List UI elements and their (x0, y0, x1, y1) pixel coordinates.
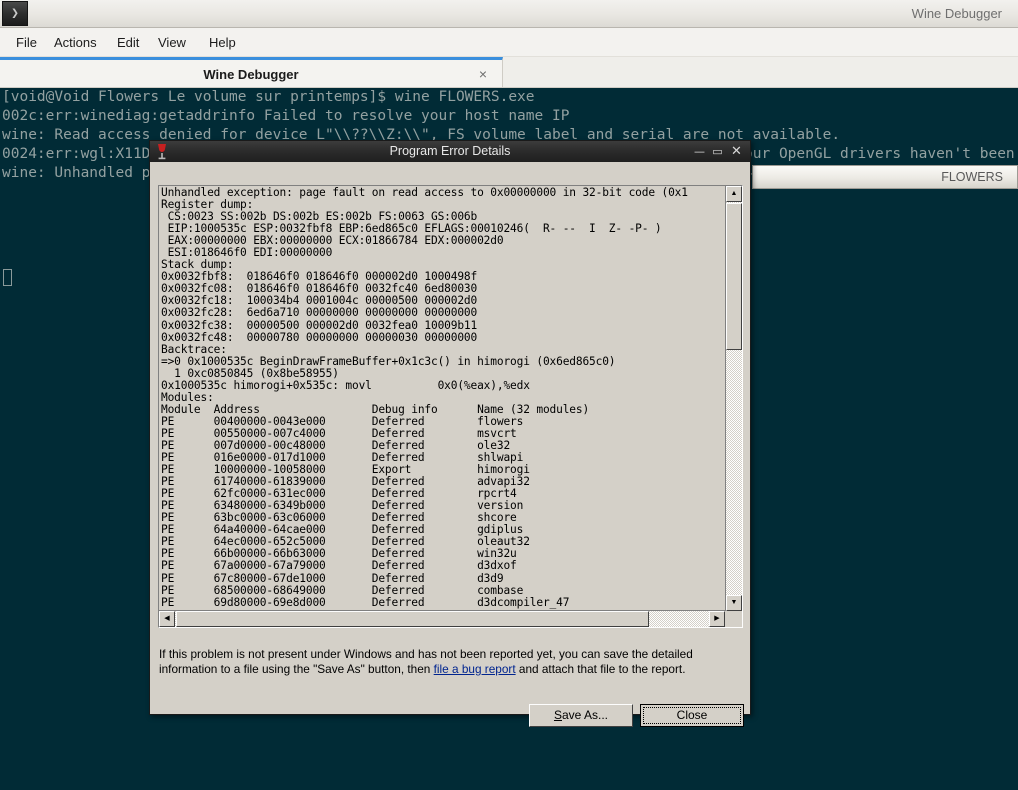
crash-details-text: Unhandled exception: page fault on read … (161, 187, 724, 609)
close-icon[interactable]: ✕ (728, 141, 745, 162)
crash-details-pane[interactable]: Unhandled exception: page fault on read … (158, 185, 743, 628)
maximize-icon[interactable]: ▭ (709, 141, 726, 162)
program-error-details-dialog: Program Error Details — ▭ ✕ Unhandled ex… (149, 140, 751, 715)
window-title: Wine Debugger (912, 0, 1002, 28)
save-as-accelerator: S (554, 708, 562, 722)
menu-actions[interactable]: Actions (48, 28, 103, 57)
dialog-titlebar[interactable]: Program Error Details — ▭ ✕ (150, 141, 750, 162)
vertical-scrollbar[interactable]: ▲ ▼ (725, 186, 742, 611)
terminal-titlebar: ❯ Wine Debugger (0, 0, 1018, 28)
close-icon[interactable]: × (474, 65, 492, 83)
minimize-icon[interactable]: — (691, 141, 708, 162)
menubar: File Actions Edit View Help (0, 28, 1018, 57)
menu-file[interactable]: File (10, 28, 43, 57)
close-button[interactable]: Close (640, 704, 744, 727)
vertical-scrollbar-thumb[interactable] (726, 203, 742, 350)
scroll-down-icon[interactable]: ▼ (726, 595, 742, 611)
help-paragraph: If this problem is not present under Win… (159, 647, 742, 677)
text-cursor (3, 269, 12, 286)
horizontal-scrollbar[interactable]: ◀ ▶ (159, 610, 725, 627)
terminal-prompt-icon: ❯ (2, 1, 28, 26)
tab-wine-debugger[interactable]: Wine Debugger × (0, 57, 503, 87)
file-a-bug-report-link[interactable]: file a bug report (434, 662, 516, 676)
scroll-right-icon[interactable]: ▶ (709, 611, 725, 627)
save-as-label: ave As... (562, 708, 608, 722)
horizontal-scrollbar-thumb[interactable] (176, 611, 649, 627)
dialog-client-area: Unhandled exception: page fault on read … (150, 162, 750, 714)
menu-view[interactable]: View (152, 28, 192, 57)
save-as-button[interactable]: Save As... (529, 704, 633, 727)
tab-label: Wine Debugger (0, 63, 502, 87)
flowers-window-title: FLOWERS (753, 166, 1003, 188)
scroll-left-icon[interactable]: ◀ (159, 611, 175, 627)
menu-edit[interactable]: Edit (111, 28, 145, 57)
tab-strip: Wine Debugger × (0, 57, 1018, 88)
menu-help[interactable]: Help (203, 28, 242, 57)
help-text-after: and attach that file to the report. (516, 662, 686, 676)
scroll-up-icon[interactable]: ▲ (726, 186, 742, 202)
dialog-title: Program Error Details (150, 141, 750, 162)
flowers-window-titlebar[interactable]: FLOWERS (752, 165, 1018, 189)
